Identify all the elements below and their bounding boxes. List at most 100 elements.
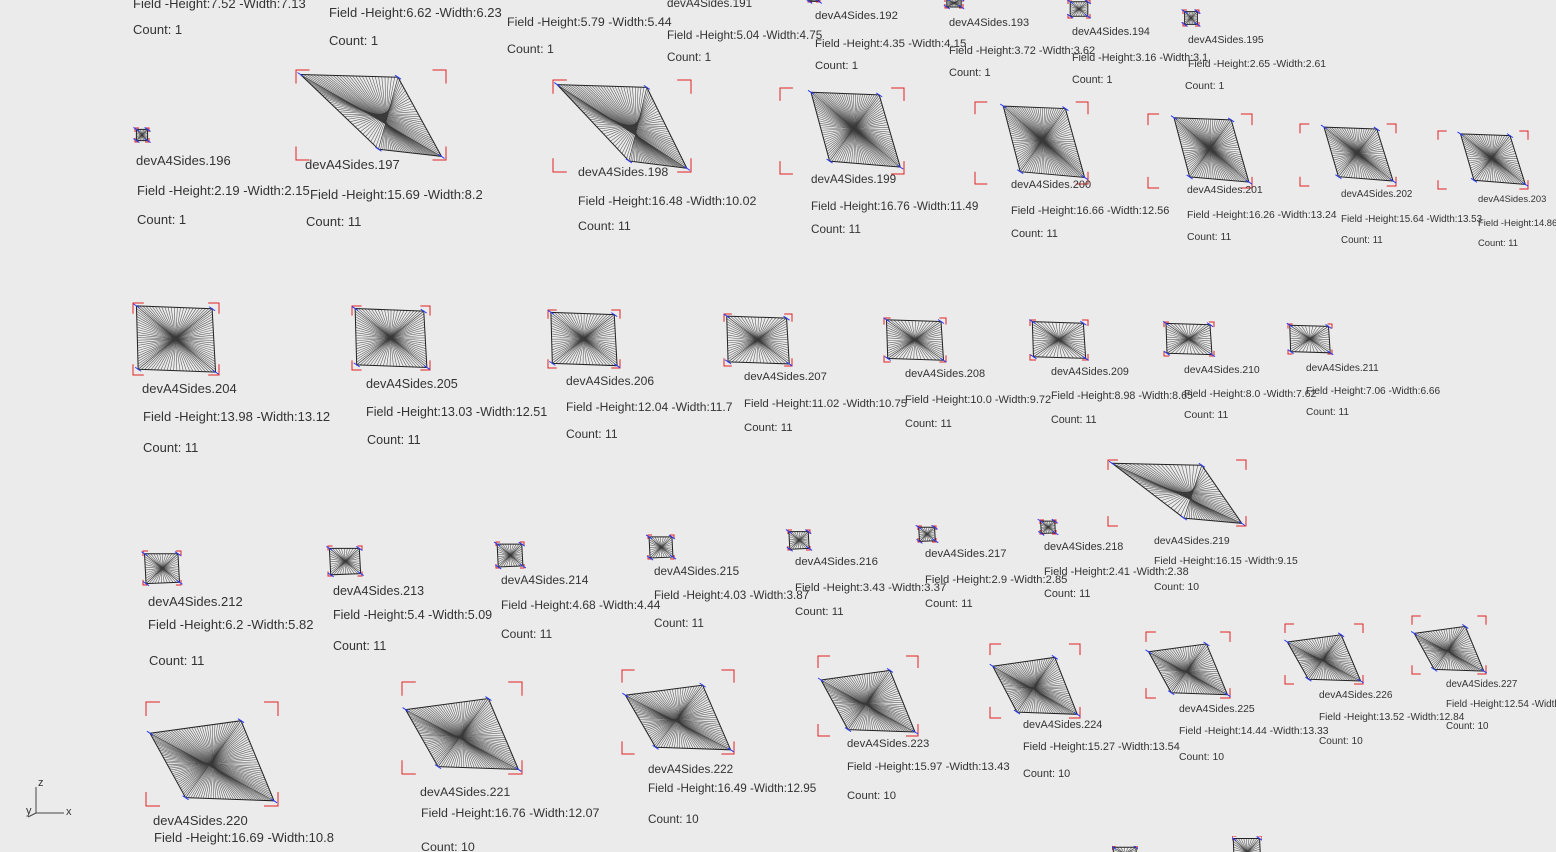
- object-name-label: devA4Sides.205: [366, 377, 458, 391]
- axis-x-label: x: [66, 806, 72, 818]
- string-surface-mesh-icon[interactable]: [989, 643, 1081, 719]
- field-dimensions-label: Field -Height:14.86 -Width:: [1478, 217, 1556, 228]
- count-label: Count: 11: [501, 627, 553, 641]
- string-surface-mesh-icon[interactable]: [145, 701, 279, 807]
- string-surface-mesh-icon[interactable]: [915, 524, 939, 544]
- count-label: Count: 11: [1306, 407, 1350, 418]
- count-label: Count: 11: [654, 617, 704, 630]
- string-surface-mesh-icon[interactable]: [132, 302, 220, 376]
- string-surface-mesh-icon[interactable]: [133, 126, 151, 144]
- count-label: Count: 11: [1044, 588, 1091, 600]
- string-surface-mesh-icon[interactable]: [645, 534, 677, 561]
- count-label: Count: 10: [1446, 721, 1489, 732]
- string-surface-mesh-icon[interactable]: [1145, 631, 1231, 699]
- count-label: Count: 10: [1154, 582, 1200, 593]
- string-surface-mesh-icon[interactable]: [1410, 615, 1488, 675]
- object-name-label: devA4Sides.226: [1319, 690, 1393, 701]
- count-label: Count: 10: [1319, 736, 1363, 747]
- string-surface-mesh-icon[interactable]: [1112, 846, 1138, 852]
- string-surface-mesh-icon[interactable]: [883, 317, 947, 363]
- object-name-label: devA4Sides.213: [333, 584, 425, 598]
- string-surface-mesh-icon[interactable]: [723, 313, 793, 367]
- count-label: Count: 10: [1023, 768, 1071, 780]
- object-name-label: devA4Sides.210: [1184, 365, 1260, 376]
- string-surface-mesh-icon[interactable]: [141, 550, 183, 587]
- string-surface-mesh-icon[interactable]: [1066, 0, 1092, 19]
- string-surface-mesh-icon[interactable]: [547, 309, 621, 369]
- field-dimensions-label: Field -Height:14.44 -Width:13.33: [1179, 726, 1329, 737]
- string-surface-mesh-icon[interactable]: [806, 0, 823, 4]
- object-name-label: devA4Sides.211: [1306, 363, 1379, 374]
- field-dimensions-label: Field -Height:16.15 -Width:9.15: [1154, 556, 1298, 567]
- field-dimensions-label: Field -Height:16.76 -Width:11.49: [811, 200, 979, 213]
- field-dimensions-label: Field -Height:12.04 -Width:11.7: [566, 400, 733, 414]
- string-surface-mesh-icon[interactable]: [621, 669, 735, 755]
- object-name-label: devA4Sides.214: [501, 573, 589, 587]
- count-label: Count: 11: [1051, 414, 1097, 426]
- count-label: Count: 11: [1187, 232, 1232, 243]
- string-surface-mesh-icon[interactable]: [1299, 123, 1397, 187]
- string-surface-mesh-icon[interactable]: [1232, 836, 1262, 852]
- field-dimensions-label: Field -Height:8.0 -Width:7.62: [1184, 389, 1317, 400]
- object-name-label: devA4Sides.195: [1188, 35, 1264, 46]
- count-label: Count: 11: [1341, 235, 1383, 246]
- field-dimensions-label: Field -Height:13.52 -Width:12.84: [1319, 712, 1465, 723]
- object-name-label: devA4Sides.220: [153, 813, 248, 828]
- count-label: Count: 11: [333, 639, 387, 653]
- field-dimensions-label: Field -Height:5.79 -Width:5.44: [507, 15, 672, 29]
- object-name-label: devA4Sides.204: [142, 381, 237, 396]
- string-surface-mesh-icon[interactable]: [785, 529, 813, 552]
- string-surface-mesh-icon[interactable]: [1286, 322, 1334, 356]
- field-dimensions-label: Field -Height:6.2 -Width:5.82: [148, 617, 314, 632]
- string-surface-mesh-icon[interactable]: [974, 101, 1089, 185]
- string-surface-mesh-icon[interactable]: [1107, 459, 1247, 527]
- field-dimensions-label: Field -Height:7.06 -Width:6.66: [1306, 386, 1441, 397]
- string-surface-mesh-icon[interactable]: [779, 87, 905, 175]
- rhino-perspective-viewport[interactable]: Field -Height:7.52 -Width:7.13 Count: 1 Fi…: [0, 0, 1556, 852]
- string-surface-mesh-icon[interactable]: [493, 541, 527, 570]
- string-surface-mesh-icon[interactable]: [401, 681, 523, 775]
- string-surface-mesh-icon[interactable]: [943, 0, 965, 10]
- object-name-label: devA4Sides.221: [420, 785, 511, 799]
- object-name-label: devA4Sides.193: [949, 17, 1030, 29]
- string-surface-mesh-icon[interactable]: [817, 655, 919, 737]
- string-surface-mesh-icon[interactable]: [1284, 623, 1364, 685]
- string-surface-mesh-icon[interactable]: [1162, 320, 1216, 358]
- field-dimensions-label: Field -Height:13.98 -Width:13.12: [143, 409, 331, 424]
- string-surface-mesh-icon[interactable]: [552, 79, 692, 173]
- string-surface-mesh-icon[interactable]: [295, 69, 447, 161]
- field-dimensions-label: Field -Height:4.35 -Width:4.15: [815, 38, 967, 50]
- count-label: Count: 11: [744, 422, 793, 434]
- object-name-label: devA4Sides.200: [1011, 179, 1092, 191]
- field-dimensions-label: Field -Height:15.27 -Width:13.54: [1023, 741, 1180, 753]
- field-dimensions-label: Field -Height:11.02 -Width:10.75: [744, 398, 908, 410]
- object-name-label: devA4Sides.194: [1072, 26, 1150, 38]
- field-dimensions-label: Field -Height:2.19 -Width:2.15: [137, 183, 310, 198]
- field-dimensions-label: Field -Height:16.26 -Width:13.24: [1187, 210, 1337, 221]
- count-label: Count: 11: [811, 223, 861, 236]
- count-label: Count: 11: [1184, 410, 1229, 421]
- count-label: Count: 10: [847, 790, 896, 802]
- axis-y-label: y: [26, 805, 32, 817]
- string-surface-mesh-icon[interactable]: [1037, 518, 1059, 536]
- object-name-label: devA4Sides.223: [847, 738, 930, 750]
- object-name-label: devA4Sides.218: [1044, 541, 1124, 553]
- count-label: Count: 1: [507, 42, 554, 56]
- string-surface-mesh-icon[interactable]: [1181, 9, 1201, 27]
- count-label: Count: 11: [925, 598, 973, 610]
- string-surface-mesh-icon[interactable]: [351, 305, 431, 371]
- object-name-label: devA4Sides.198: [578, 165, 669, 179]
- object-name-label: devA4Sides.197: [305, 157, 400, 172]
- object-name-label: devA4Sides.192: [815, 10, 898, 22]
- field-dimensions-label: Field -Height:8.98 -Width:8.65: [1051, 390, 1193, 402]
- string-surface-mesh-icon[interactable]: [1147, 113, 1253, 189]
- string-surface-mesh-icon[interactable]: [1437, 130, 1529, 190]
- field-dimensions-label: Field -Height:4.68 -Width:4.44: [501, 598, 661, 612]
- count-label: Count: 11: [905, 418, 952, 430]
- object-name-label: devA4Sides.227: [1446, 679, 1518, 690]
- string-surface-mesh-icon[interactable]: [326, 545, 364, 578]
- field-dimensions-label: Field -Height:16.76 -Width:12.07: [421, 806, 600, 820]
- string-surface-mesh-icon[interactable]: [1029, 319, 1089, 361]
- field-dimensions-label: Field -Height:16.48 -Width:10.02: [578, 194, 757, 208]
- count-label: Count: 11: [566, 427, 618, 441]
